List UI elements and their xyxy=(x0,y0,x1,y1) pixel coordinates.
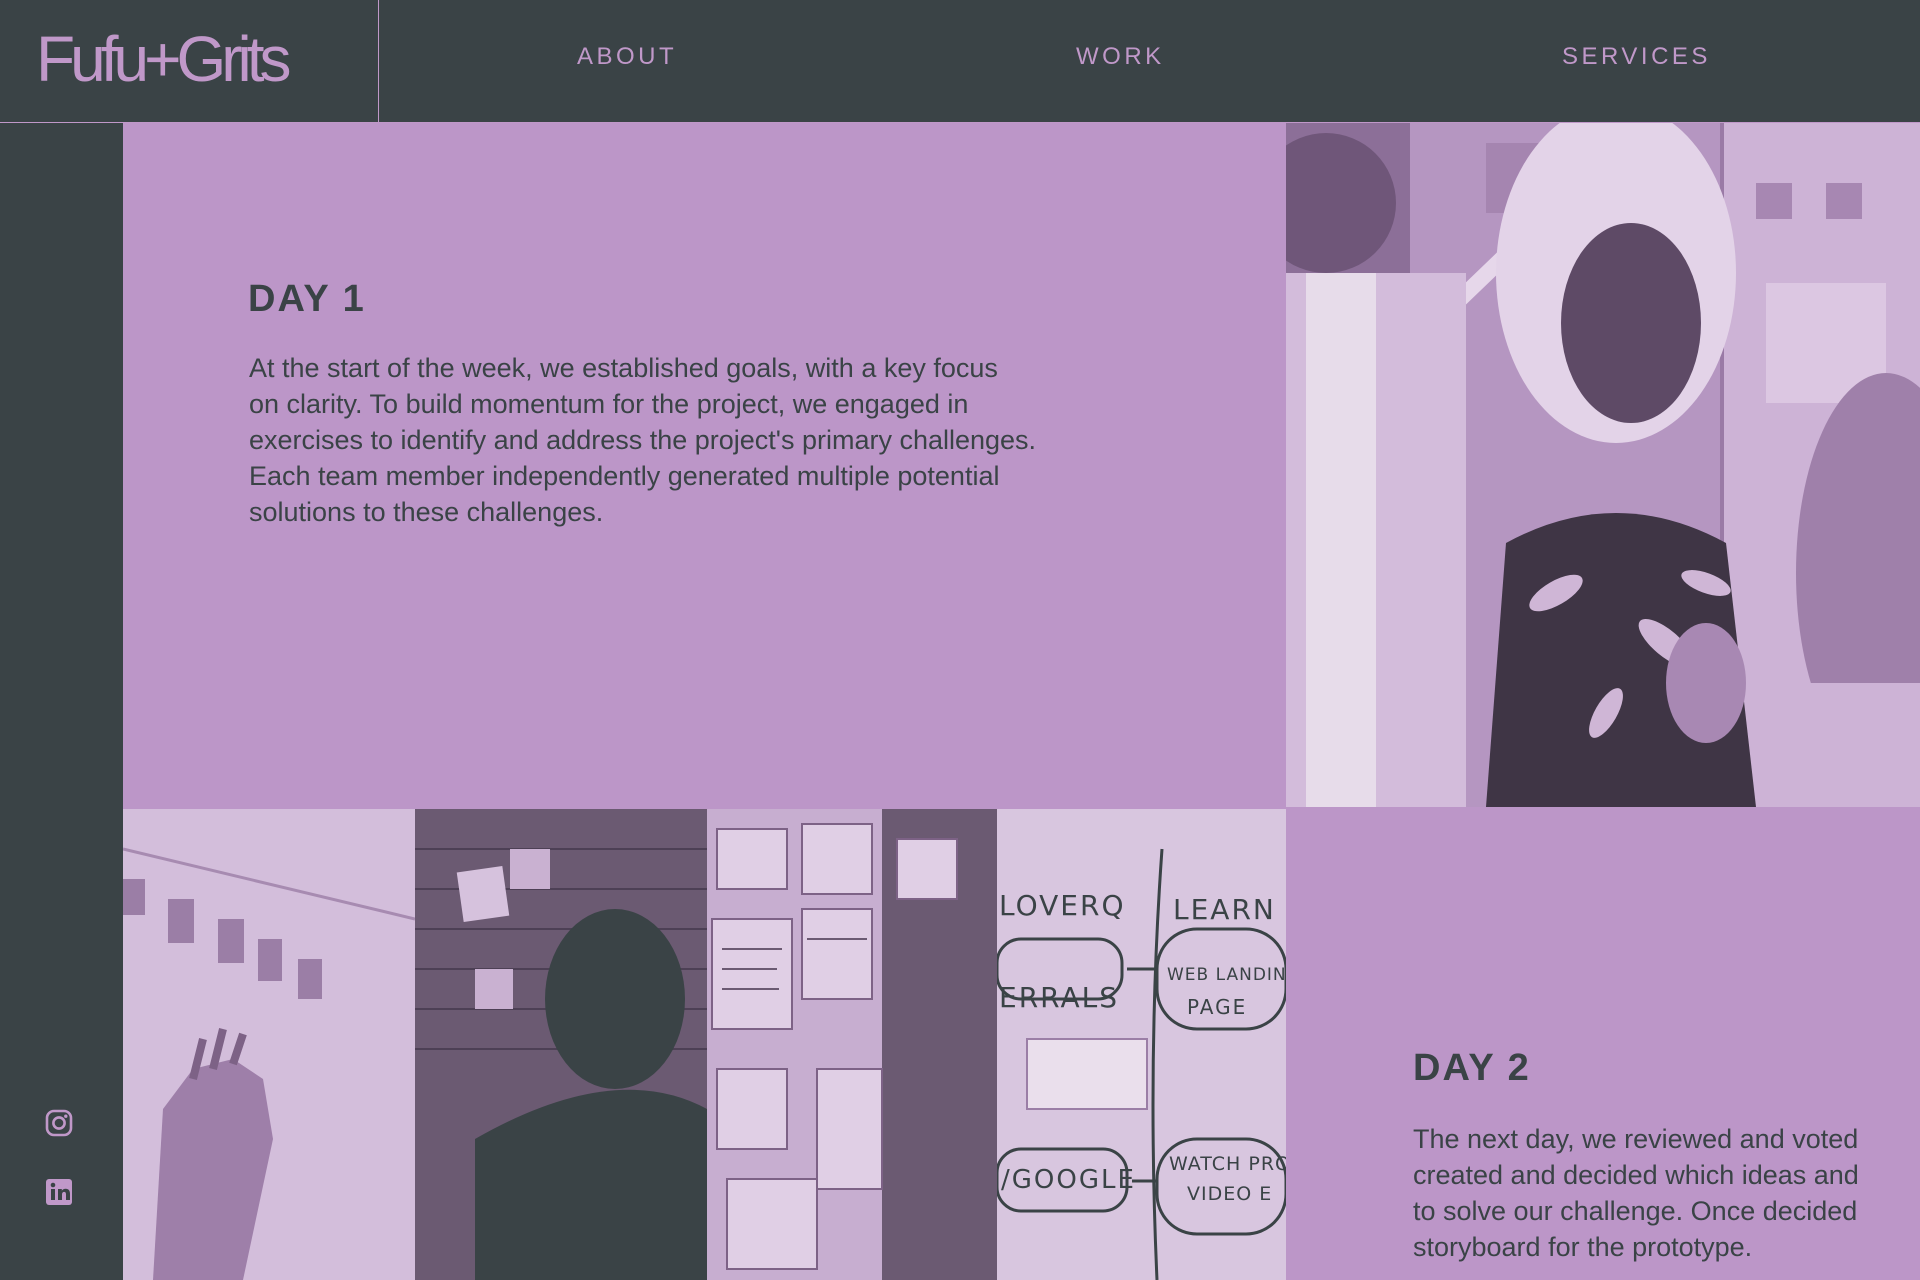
nav-services[interactable]: SERVICES xyxy=(1562,43,1711,71)
brand-logo[interactable]: Fufu+Grits xyxy=(36,22,292,96)
nav-work[interactable]: WORK xyxy=(1076,43,1165,71)
day-1-description: At the start of the week, we established… xyxy=(249,350,1269,530)
linkedin-icon[interactable] xyxy=(45,1178,73,1206)
team-photo-illustration xyxy=(1286,123,1920,807)
diagram-label: ERRALS xyxy=(999,981,1119,1014)
day-1-line: solutions to these challenges. xyxy=(249,497,604,527)
day-1-line: on clarity. To build momentum for the pr… xyxy=(249,389,969,419)
sketches-wall-illustration xyxy=(707,809,997,1280)
nav-about[interactable]: ABOUT xyxy=(577,43,677,71)
photo-tile-sketches xyxy=(707,809,997,1280)
sidebar xyxy=(0,123,123,1280)
day-1-line: Each team member independently generated… xyxy=(249,461,1000,491)
logo-container[interactable]: Fufu+Grits xyxy=(0,0,379,122)
diagram-label: PAGE xyxy=(1187,995,1248,1019)
day-1-line: At the start of the week, we established… xyxy=(249,353,998,383)
photo-tile-whiteboard xyxy=(123,809,416,1280)
day-2-line: created and decided which ideas and xyxy=(1413,1160,1859,1190)
diagram-label: VIDEO E xyxy=(1187,1183,1273,1205)
team-photo xyxy=(1286,123,1920,807)
instagram-icon[interactable] xyxy=(45,1109,73,1137)
day-2-title: DAY 2 xyxy=(1413,1047,1531,1089)
whiteboard-hand-illustration xyxy=(123,809,416,1280)
day-1-title: DAY 1 xyxy=(248,278,366,320)
site-header: Fufu+Grits ABOUT WORK SERVICES xyxy=(0,0,1920,123)
photo-tile-diagram: LOVERQ LEARN ERRALS WEB LANDING PAGE /GO… xyxy=(995,809,1286,1280)
day-2-line: to solve our challenge. Once decided xyxy=(1413,1196,1858,1226)
brick-wall-person-illustration xyxy=(415,809,707,1280)
day-1-section: DAY 1 At the start of the week, we estab… xyxy=(123,123,1286,809)
diagram-label: WATCH PRO xyxy=(1169,1153,1286,1175)
diagram-board-illustration xyxy=(995,809,1286,1280)
diagram-label: /GOOGLE xyxy=(1001,1165,1136,1195)
day-2-line: storyboard for the prototype. xyxy=(1413,1232,1753,1262)
day-2-description: The next day, we reviewed and voted crea… xyxy=(1413,1121,1920,1265)
day-2-section: DAY 2 The next day, we reviewed and vote… xyxy=(1286,807,1920,1280)
diagram-label: WEB LANDING xyxy=(1167,965,1286,985)
photo-tile-brick-wall xyxy=(415,809,707,1280)
day-2-line: The next day, we reviewed and voted xyxy=(1413,1124,1859,1154)
diagram-label: LEARN xyxy=(1173,893,1276,926)
workshop-photo-strip: LOVERQ LEARN ERRALS WEB LANDING PAGE /GO… xyxy=(123,809,1286,1280)
day-1-line: exercises to identify and address the pr… xyxy=(249,425,1037,455)
diagram-label: LOVERQ xyxy=(999,889,1126,922)
